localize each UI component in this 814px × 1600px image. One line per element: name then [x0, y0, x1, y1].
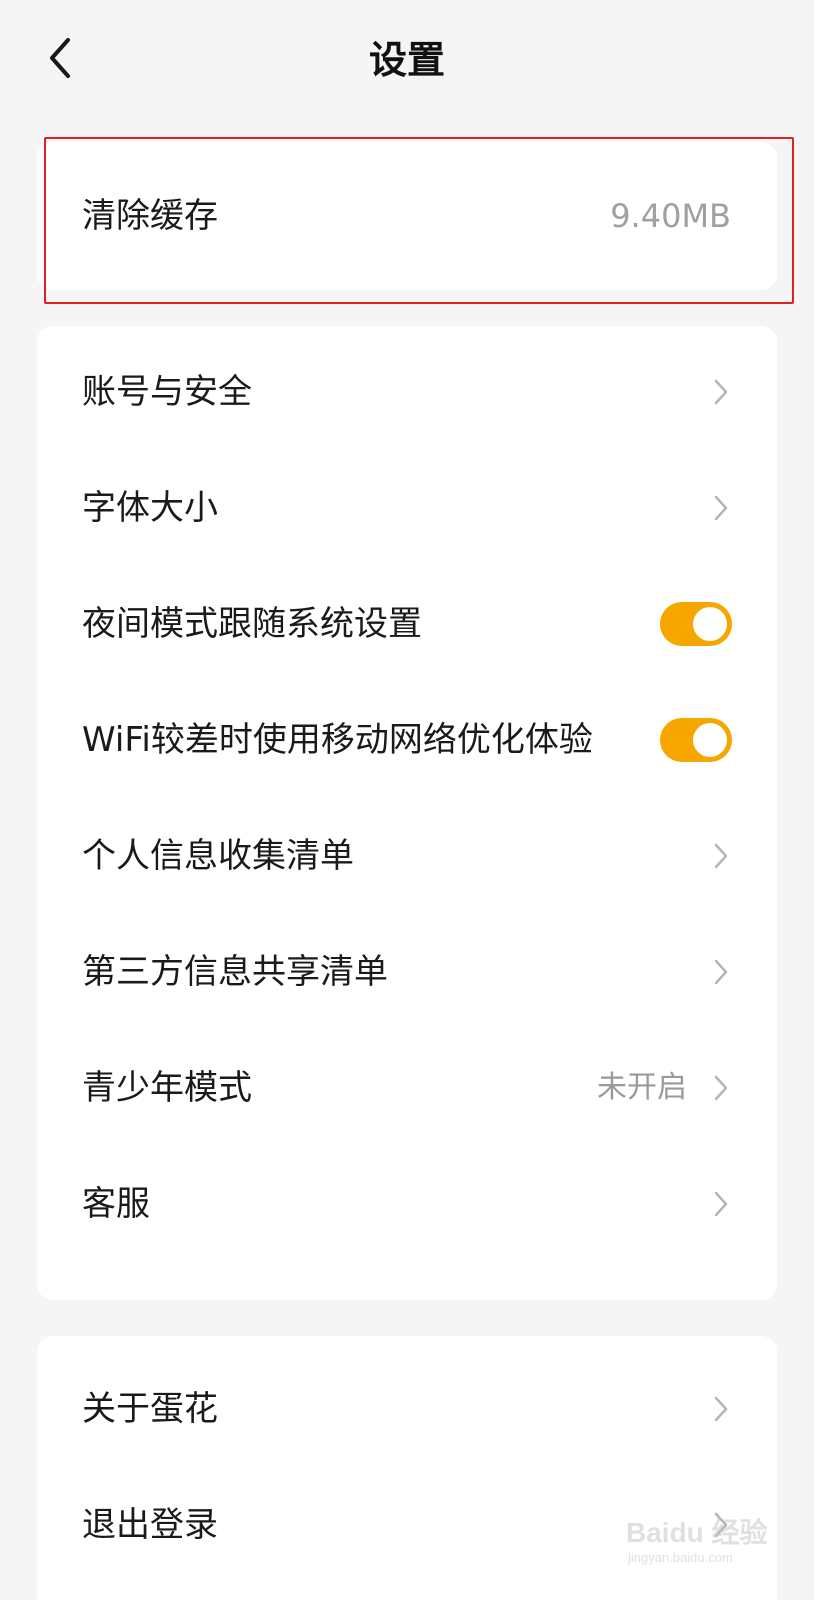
settings-row-personal-info-list[interactable]: 个人信息收集清单 [37, 797, 777, 915]
settings-card: 账号与安全 字体大小 夜间模式跟随系统设置 WiFi较差时使用移动网络优化体验 [37, 326, 777, 1300]
chevron-right-icon [707, 1184, 735, 1224]
settings-row-label: 关于蛋花 [82, 1389, 218, 1429]
settings-screen: 设置 清除缓存 9.40MB 账号与安全 字体大小 夜间模式跟随系统设置 WiF… [0, 0, 814, 1600]
chevron-right-icon [707, 952, 735, 992]
night-mode-toggle[interactable] [660, 602, 732, 646]
settings-row-third-party-list[interactable]: 第三方信息共享清单 [37, 913, 777, 1031]
toggle-knob [693, 723, 727, 757]
clear-cache-label: 清除缓存 [82, 196, 218, 236]
clear-cache-row[interactable]: 清除缓存 9.40MB [37, 157, 777, 275]
chevron-right-icon [707, 1068, 735, 1108]
cache-size-value: 9.40MB [610, 197, 731, 235]
settings-row-account-security[interactable]: 账号与安全 [37, 333, 777, 451]
settings-row-label: WiFi较差时使用移动网络优化体验 [82, 720, 593, 760]
settings-row-night-mode: 夜间模式跟随系统设置 [37, 565, 777, 683]
settings-row-wifi-optimize: WiFi较差时使用移动网络优化体验 [37, 681, 777, 799]
settings-row-customer-service[interactable]: 客服 [37, 1145, 777, 1263]
settings-row-label: 字体大小 [82, 488, 218, 528]
top-bar: 设置 [0, 0, 814, 120]
settings-row-label: 个人信息收集清单 [82, 836, 354, 876]
chevron-right-icon [707, 372, 735, 412]
settings-row-label: 青少年模式 [82, 1068, 252, 1108]
cache-card: 清除缓存 9.40MB [37, 142, 777, 290]
settings-row-label: 客服 [82, 1184, 150, 1224]
settings-row-about[interactable]: 关于蛋花 [37, 1350, 777, 1468]
chevron-right-icon [707, 1505, 735, 1545]
page-title: 设置 [368, 38, 445, 82]
settings-row-logout[interactable]: 退出登录 [37, 1466, 777, 1584]
teen-mode-status: 未开启 [597, 1070, 687, 1105]
settings-row-label: 账号与安全 [82, 372, 252, 412]
bottom-card: 关于蛋花 退出登录 [37, 1336, 777, 1600]
toggle-knob [693, 607, 727, 641]
settings-row-font-size[interactable]: 字体大小 [37, 449, 777, 567]
settings-row-label: 第三方信息共享清单 [82, 952, 388, 992]
settings-row-label: 退出登录 [82, 1505, 218, 1545]
wifi-optimize-toggle[interactable] [660, 718, 732, 762]
chevron-right-icon [707, 836, 735, 876]
chevron-right-icon [707, 1389, 735, 1429]
settings-row-label: 夜间模式跟随系统设置 [82, 604, 422, 644]
settings-row-teen-mode[interactable]: 青少年模式 未开启 [37, 1029, 777, 1147]
chevron-right-icon [707, 488, 735, 528]
